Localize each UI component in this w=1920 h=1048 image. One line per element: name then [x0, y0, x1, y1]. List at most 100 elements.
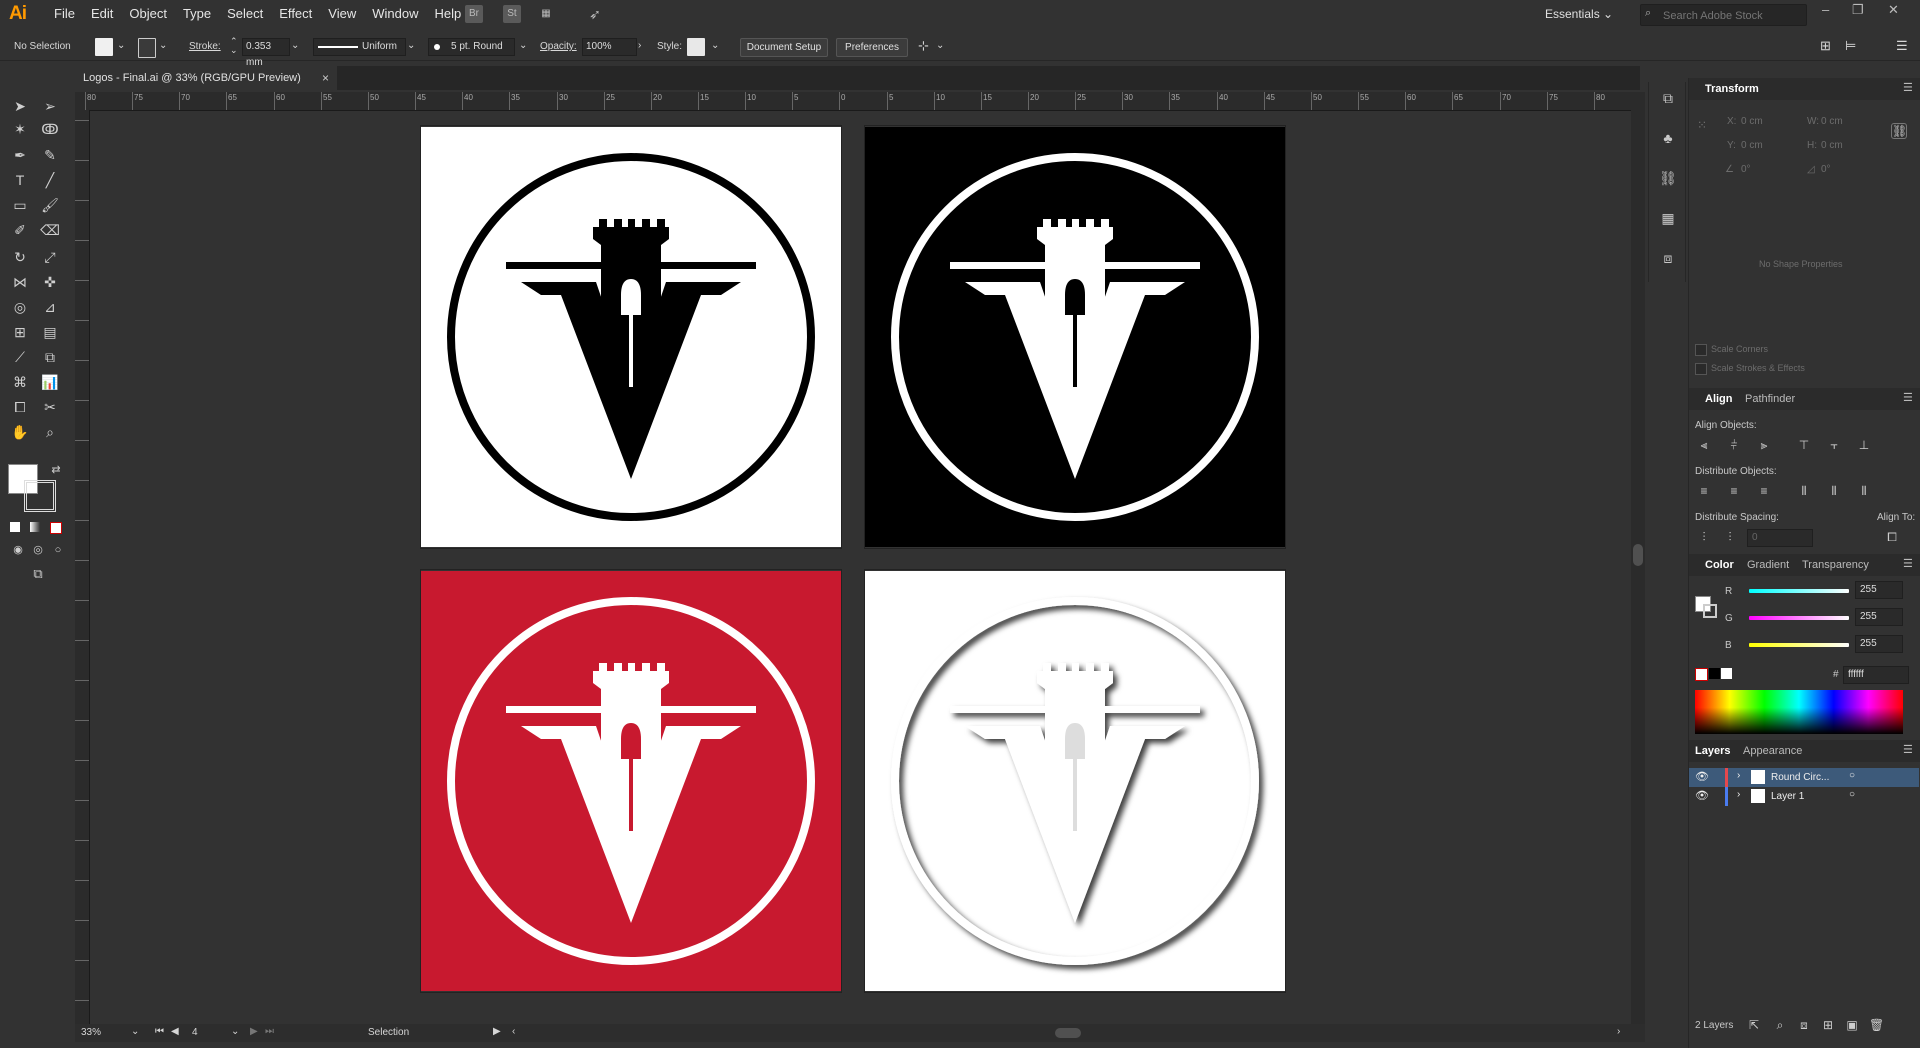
document-setup-button[interactable]: Document Setup [740, 38, 828, 57]
chevron-down-icon[interactable]: ⌄ [291, 40, 299, 51]
chevron-down-icon[interactable]: ⌄ [936, 40, 944, 51]
white-color-icon[interactable] [1721, 668, 1732, 679]
layers-tab[interactable]: Layers [1695, 745, 1730, 757]
document-tab[interactable]: Logos - Final.ai @ 33% (RGB/GPU Preview)… [75, 66, 337, 90]
locate-object-icon[interactable]: ⌕ [1773, 1018, 1787, 1032]
graph-tool-icon[interactable]: 📊 [40, 372, 60, 392]
zoom-tool-icon[interactable]: ⌕ [40, 422, 60, 442]
chevron-down-icon[interactable]: ⌄ [231, 1026, 239, 1037]
spacing-field[interactable]: 0 [1747, 529, 1813, 547]
b-field[interactable]: 255 [1855, 635, 1903, 653]
slice-tool-icon[interactable]: ✂ [40, 397, 60, 417]
color-spectrum[interactable] [1695, 690, 1903, 734]
panel-menu-icon[interactable]: ☰ [1903, 743, 1913, 756]
stock-button[interactable]: St [503, 5, 521, 23]
constrain-proportions-icon[interactable]: ⛓ [1891, 123, 1907, 139]
stroke-swatch[interactable] [138, 38, 156, 58]
reference-point-icon[interactable]: ⁙ [1695, 118, 1709, 132]
mesh-tool-icon[interactable]: ⊞ [10, 322, 30, 342]
align-tab[interactable]: Align [1705, 393, 1733, 405]
zoom-level[interactable]: 33% [81, 1027, 101, 1038]
canvas[interactable] [90, 111, 1631, 1028]
distribute-vcenter-icon[interactable]: ≡ [1727, 484, 1741, 498]
arrange-icon[interactable]: ⊹ [918, 38, 929, 54]
layer-row[interactable]: 👁 › Round Circ... ○ [1689, 768, 1919, 787]
artboard-3[interactable] [420, 569, 842, 993]
search-input[interactable] [1661, 7, 1805, 24]
distribute-top-icon[interactable]: ≡ [1697, 484, 1711, 498]
selection-tool-icon[interactable]: ➤ [10, 96, 30, 116]
draw-inside-icon[interactable]: ○ [48, 540, 68, 560]
export-icon[interactable]: ⇱ [1747, 1018, 1761, 1032]
chevron-down-icon[interactable]: ⌄ [711, 40, 719, 51]
swap-fill-stroke-icon[interactable]: ⇄ [46, 460, 66, 480]
hand-tool-icon[interactable]: ✋ [10, 422, 30, 442]
status-menu-icon[interactable]: ▶ [493, 1026, 501, 1037]
rotate-tool-icon[interactable]: ↻ [10, 247, 30, 267]
r-field[interactable]: 255 [1855, 581, 1903, 599]
shear-field[interactable]: 0° [1821, 164, 1831, 175]
visibility-eye-icon[interactable]: 👁 [1695, 789, 1709, 802]
distribute-bottom-icon[interactable]: ≡ [1757, 484, 1771, 498]
links-icon[interactable]: ⛓ [1659, 170, 1677, 188]
close-icon[interactable]: ✕ [1888, 2, 1899, 18]
magic-wand-icon[interactable]: ✶ [10, 119, 30, 139]
menu-edit[interactable]: Edit [83, 6, 121, 21]
workspace-switcher[interactable]: Essentials ⌄ [1545, 7, 1613, 21]
curvature-tool-icon[interactable]: ✎ [40, 145, 60, 165]
eyedropper-icon[interactable]: ⟋ [10, 347, 30, 367]
width-tool-icon[interactable]: ⋈ [10, 272, 30, 292]
scale-tool-icon[interactable]: ⤢ [40, 247, 60, 267]
graphic-style-swatch[interactable] [687, 38, 705, 56]
stroke-label[interactable]: Stroke: [189, 41, 221, 52]
align-bottom-icon[interactable]: ⊥ [1857, 438, 1871, 452]
first-artboard-icon[interactable]: ⏮ [155, 1026, 164, 1037]
chevron-right-icon[interactable]: › [638, 40, 641, 51]
scale-corners-checkbox[interactable] [1695, 344, 1707, 356]
variable-width-profile[interactable]: Uniform [313, 38, 406, 56]
vertical-scrollbar[interactable] [1631, 92, 1645, 1028]
none-color-icon[interactable] [1695, 668, 1708, 681]
stroke-stepper[interactable]: ⌃ ⌄ [230, 37, 238, 55]
black-color-icon[interactable] [1709, 668, 1720, 679]
gpu-performance-icon[interactable]: ➶ [586, 5, 604, 23]
draw-behind-icon[interactable]: ◎ [28, 540, 48, 560]
color-tab[interactable]: Color [1705, 559, 1734, 571]
artboard-4[interactable] [864, 569, 1286, 993]
expand-chevron-icon[interactable]: › [1737, 789, 1740, 800]
delete-layer-icon[interactable]: 🗑 [1869, 1018, 1884, 1032]
x-field[interactable]: 0 cm [1741, 116, 1763, 127]
expand-chevron-icon[interactable]: › [1737, 770, 1740, 781]
libraries-icon[interactable]: ⧉ [1659, 90, 1677, 108]
align-right-icon[interactable]: ⫸ [1757, 438, 1771, 452]
gradient-tab[interactable]: Gradient [1747, 559, 1789, 571]
r-slider[interactable] [1749, 589, 1849, 593]
panel-menu-icon[interactable]: ☰ [1903, 557, 1913, 570]
menu-window[interactable]: Window [364, 6, 426, 21]
control-menu-icon[interactable]: ☰ [1896, 38, 1908, 54]
puppet-warp-icon[interactable]: ✜ [40, 272, 60, 292]
y-field[interactable]: 0 cm [1741, 140, 1763, 151]
artboard-1[interactable] [420, 125, 842, 549]
chevron-down-icon[interactable]: ⌄ [131, 1026, 139, 1037]
vertical-spacing-icon[interactable]: ⫶ [1697, 530, 1711, 544]
chevron-down-icon[interactable]: ⌄ [117, 40, 125, 51]
rectangle-tool-icon[interactable]: ▭ [10, 195, 30, 215]
screen-mode-icon[interactable]: ⧉ [28, 564, 48, 584]
stroke-weight-field[interactable]: 0.353 mm [242, 38, 290, 68]
color-stroke-swatch[interactable] [1703, 604, 1717, 618]
prev-artboard-icon[interactable]: ◀ [171, 1026, 179, 1037]
align-control-icon[interactable]: ⊨ [1845, 38, 1856, 54]
lasso-tool-icon[interactable]: ↂ [40, 119, 60, 139]
shaper-tool-icon[interactable]: ✐ [10, 220, 30, 240]
blend-tool-icon[interactable]: ⧉ [40, 347, 60, 367]
direct-selection-tool-icon[interactable]: ➢ [40, 96, 60, 116]
fill-swatch[interactable] [95, 38, 113, 56]
scale-strokes-checkbox[interactable] [1695, 363, 1707, 375]
pathfinder-tab[interactable]: Pathfinder [1745, 393, 1795, 405]
none-mode-icon[interactable] [50, 522, 62, 534]
stroke-color-swatch[interactable] [24, 480, 56, 512]
new-sublayer-icon[interactable]: ⊞ [1821, 1018, 1835, 1032]
perspective-grid-icon[interactable]: ⊿ [40, 297, 60, 317]
next-artboard-icon[interactable]: ▶ [250, 1026, 258, 1037]
